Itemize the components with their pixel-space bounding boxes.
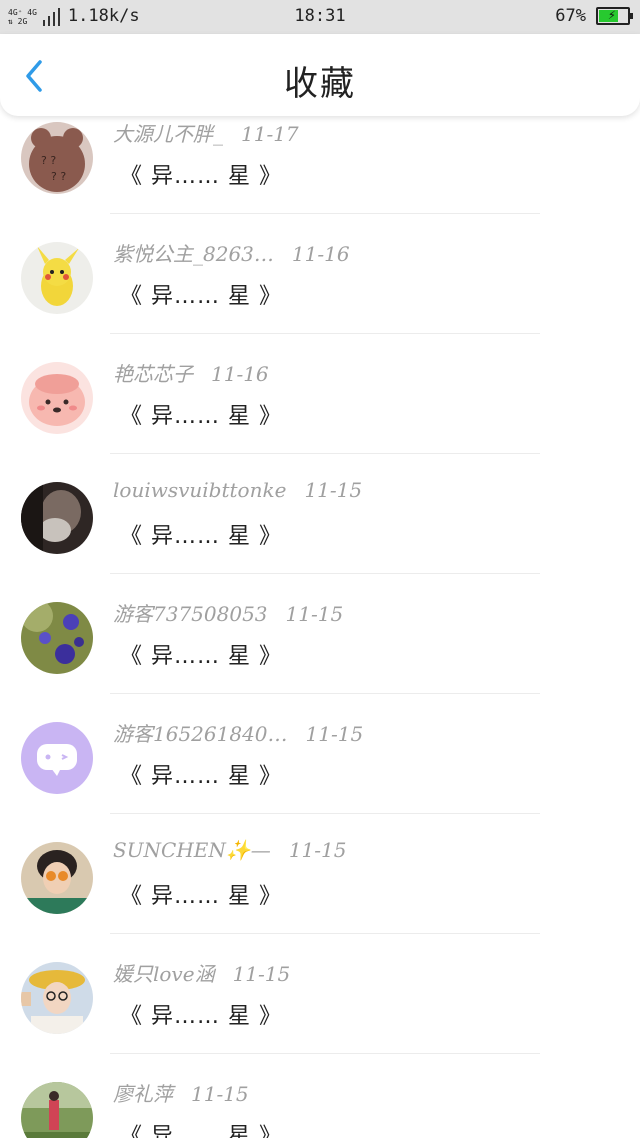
item-meta: SUNCHEN✨— 11-15: [113, 838, 346, 862]
username[interactable]: 紫悦公主_8263…: [113, 242, 274, 266]
list-item[interactable]: 艳芯芯子 11-16 《 异…… 星 》: [0, 334, 640, 454]
date: 11-15: [304, 478, 363, 502]
item-title[interactable]: 《 异…… 星 》: [120, 518, 282, 550]
item-meta: louiwsvuibttonke 11-15: [113, 478, 362, 502]
pikachu-avatar[interactable]: [21, 242, 93, 314]
garden-avatar[interactable]: [21, 1082, 93, 1138]
item-meta: 媛只love涵 11-15: [113, 958, 290, 987]
date: 11-16: [291, 242, 350, 266]
battery-percent: 67%: [555, 6, 586, 26]
username[interactable]: SUNCHEN✨—: [113, 838, 271, 862]
item-title[interactable]: 《 异…… 星 》: [120, 638, 282, 670]
username[interactable]: 大源儿不胖_: [113, 122, 223, 146]
date: 11-16: [211, 362, 269, 386]
item-meta: 游客737508053 11-15: [113, 598, 343, 627]
charging-icon: ⚡: [608, 8, 616, 23]
status-bar: 4G⁺ 4G ⇅ 2G 1.18k/s 18:31 67% ⚡: [0, 0, 640, 34]
date: 11-15: [191, 1082, 249, 1106]
date: 11-15: [232, 962, 291, 986]
bear-avatar[interactable]: ? ? ? ?: [21, 122, 93, 194]
battery-icon: ⚡: [596, 7, 633, 25]
item-meta: 艳芯芯子 11-16: [113, 358, 269, 387]
date: 11-17: [241, 122, 299, 146]
item-title[interactable]: 《 异…… 星 》: [120, 158, 282, 190]
list-item[interactable]: 游客165261840… 11-15 《 异…… 星 》: [0, 694, 640, 814]
username[interactable]: 媛只love涵: [113, 962, 215, 986]
clock: 18:31: [294, 6, 346, 26]
username[interactable]: 游客165261840…: [113, 722, 288, 746]
item-title[interactable]: 《 异…… 星 》: [120, 1118, 282, 1138]
status-right: 67% ⚡: [555, 6, 633, 26]
screen: 4G⁺ 4G ⇅ 2G 1.18k/s 18:31 67% ⚡ 收藏 ? ? ?…: [0, 0, 640, 1138]
date: 11-15: [288, 838, 347, 862]
item-title[interactable]: 《 异…… 星 》: [120, 878, 282, 910]
girl-sunglasses-avatar[interactable]: [21, 842, 93, 914]
item-meta: 游客165261840… 11-15: [113, 718, 363, 747]
page-title: 收藏: [284, 64, 356, 104]
username[interactable]: 艳芯芯子: [113, 362, 193, 386]
item-title[interactable]: 《 异…… 星 》: [120, 398, 282, 430]
list-item[interactable]: 游客737508053 11-15 《 异…… 星 》: [0, 574, 640, 694]
item-meta: 紫悦公主_8263… 11-16: [113, 238, 350, 267]
item-title[interactable]: 《 异…… 星 》: [120, 998, 282, 1030]
item-meta: 廖礼萍 11-15: [113, 1078, 249, 1107]
list-item[interactable]: 廖礼萍 11-15 《 异…… 星 》: [0, 1054, 640, 1138]
date: 11-15: [305, 722, 364, 746]
list-item[interactable]: SUNCHEN✨— 11-15 《 异…… 星 》: [0, 814, 640, 934]
item-title[interactable]: 《 异…… 星 》: [120, 758, 282, 790]
svg-text:? ?: ? ?: [41, 154, 56, 167]
header: 收藏: [0, 34, 640, 116]
photo-avatar[interactable]: [21, 482, 93, 554]
pink-character-avatar[interactable]: [21, 362, 93, 434]
username[interactable]: 游客737508053: [113, 602, 268, 626]
item-meta: 大源儿不胖_ 11-17: [113, 118, 299, 147]
svg-text:? ?: ? ?: [51, 170, 66, 183]
date: 11-15: [285, 602, 344, 626]
girl-hat-avatar[interactable]: [21, 962, 93, 1034]
username[interactable]: 廖礼萍: [113, 1082, 173, 1106]
chat-bubble-avatar[interactable]: [21, 722, 93, 794]
item-title[interactable]: 《 异…… 星 》: [120, 278, 282, 310]
list-item[interactable]: 媛只love涵 11-15 《 异…… 星 》: [0, 934, 640, 1054]
list-item[interactable]: louiwsvuibttonke 11-15 《 异…… 星 》: [0, 454, 640, 574]
list-item[interactable]: 紫悦公主_8263… 11-16 《 异…… 星 》: [0, 214, 640, 334]
flower-avatar[interactable]: [21, 602, 93, 674]
favorites-list: ? ? ? ? 大源儿不胖_ 11-17 《 异…… 星 》 紫悦公主_8263… 11…: [0, 94, 640, 1138]
username[interactable]: louiwsvuibttonke: [113, 478, 286, 502]
